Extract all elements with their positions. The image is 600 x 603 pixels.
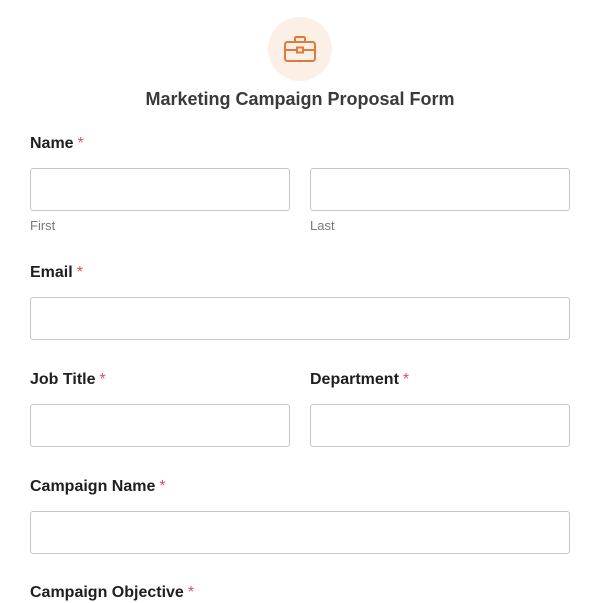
- department-label-text: Department: [310, 371, 399, 388]
- required-asterisk: *: [99, 371, 106, 388]
- email-input[interactable]: [30, 297, 570, 340]
- required-asterisk: *: [187, 584, 195, 601]
- job-title-label-text: Job Title: [30, 371, 96, 388]
- job-title-label: Job Title *: [30, 370, 106, 390]
- required-asterisk: *: [77, 135, 84, 152]
- name-label: Name *: [30, 134, 84, 154]
- briefcase-icon: [284, 36, 316, 62]
- required-asterisk: *: [402, 371, 410, 388]
- name-label-text: Name: [30, 135, 74, 152]
- required-asterisk: *: [159, 478, 166, 495]
- first-name-sublabel: First: [30, 218, 56, 233]
- campaign-name-input[interactable]: [30, 511, 570, 554]
- campaign-objective-label: Campaign Objective *: [30, 583, 194, 603]
- campaign-name-label: Campaign Name *: [30, 477, 166, 497]
- job-title-input[interactable]: [30, 404, 290, 447]
- campaign-objective-label-text: Campaign Objective: [30, 584, 184, 601]
- email-label: Email *: [30, 263, 83, 283]
- form-header-icon-badge: [268, 17, 332, 81]
- first-name-input[interactable]: [30, 168, 290, 211]
- email-label-text: Email: [30, 264, 73, 281]
- department-input[interactable]: [310, 404, 570, 447]
- department-label: Department *: [310, 370, 409, 390]
- last-name-input[interactable]: [310, 168, 570, 211]
- last-name-sublabel: Last: [310, 218, 335, 233]
- campaign-name-label-text: Campaign Name: [30, 478, 156, 495]
- required-asterisk: *: [76, 264, 83, 281]
- form-title: Marketing Campaign Proposal Form: [145, 89, 455, 109]
